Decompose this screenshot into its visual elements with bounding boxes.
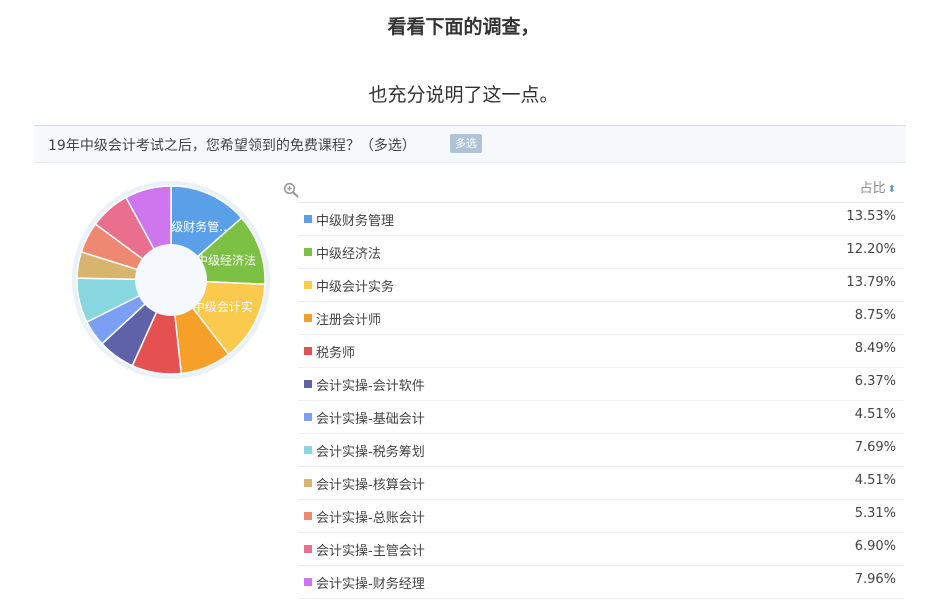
- survey-question: 19年中级会计考试之后，您希望领到的免费课程？（多选）: [48, 138, 416, 154]
- table-row[interactable]: 会计实操-主管会计 6.90%: [298, 533, 904, 566]
- donut-hole: [135, 244, 207, 316]
- legend-swatch: [304, 248, 312, 256]
- table-row[interactable]: 税务师 8.49%: [298, 335, 904, 368]
- legend-swatch: [304, 446, 312, 454]
- table-row[interactable]: 会计实操-核算会计 4.51%: [298, 467, 904, 500]
- legend-swatch: [304, 314, 312, 322]
- legend-swatch: [304, 380, 312, 388]
- percentage-value: 13.79%: [846, 275, 896, 290]
- option-label: 中级经济法: [316, 247, 382, 262]
- pie-chart-area: 中级财务管... 中级经济法 中级会计实: [64, 170, 314, 390]
- table-rows: 中级财务管理 13.53% 中级经济法 12.20% 中级会计实务 13.79% 注册会计师…: [298, 203, 904, 599]
- table-row[interactable]: 中级财务管理 13.53%: [298, 203, 904, 236]
- legend-swatch: [304, 479, 312, 487]
- legend-swatch: [304, 545, 312, 553]
- multi-select-badge: 多选: [450, 134, 482, 153]
- option-label: 会计实操-税务筹划: [316, 445, 425, 460]
- table-row[interactable]: 中级会计实务 13.79%: [298, 269, 904, 302]
- percentage-value: 7.96%: [854, 572, 896, 587]
- table-header: 占比 ⬍: [298, 164, 904, 203]
- percentage-value: 12.20%: [846, 242, 896, 257]
- option-label: 会计实操-会计软件: [316, 379, 425, 394]
- legend-swatch: [304, 281, 312, 289]
- percentage-value: 4.51%: [854, 473, 896, 488]
- pie-slice-label: 中级会计实: [193, 299, 253, 314]
- percentage-sort-header[interactable]: 占比 ⬍: [860, 177, 896, 196]
- percentage-value: 8.49%: [854, 341, 896, 356]
- table-row[interactable]: 会计实操-基础会计 4.51%: [298, 401, 904, 434]
- legend-swatch: [304, 512, 312, 520]
- percentage-value: 13.53%: [846, 209, 896, 224]
- option-label: 会计实操-核算会计: [316, 478, 425, 493]
- question-bar: 19年中级会计考试之后，您希望领到的免费课程？（多选） 多选: [34, 126, 906, 163]
- legend-swatch: [304, 578, 312, 586]
- option-label: 中级财务管理: [316, 214, 395, 229]
- percentage-value: 4.51%: [854, 407, 896, 422]
- survey-card: 19年中级会计考试之后，您希望领到的免费课程？（多选） 多选 中级财务管... 中…: [34, 125, 906, 608]
- table-row[interactable]: 会计实操-总账会计 5.31%: [298, 500, 904, 533]
- option-label: 税务师: [316, 346, 356, 361]
- headline: 看看下面的调查，: [387, 16, 540, 38]
- pie-slice-label: 中级经济法: [196, 253, 256, 268]
- legend-swatch: [304, 215, 312, 223]
- percentage-value: 6.37%: [854, 374, 896, 389]
- table-row[interactable]: 会计实操-会计软件 6.37%: [298, 368, 904, 401]
- table-row[interactable]: 注册会计师 8.75%: [298, 302, 904, 335]
- option-label: 会计实操-总账会计: [316, 511, 425, 526]
- sort-arrows-icon: ⬍: [887, 184, 896, 195]
- percentage-value: 6.90%: [854, 539, 896, 554]
- zoom-in-icon[interactable]: [283, 182, 299, 198]
- percentage-value: 8.75%: [854, 308, 896, 323]
- table-row[interactable]: 会计实操-税务筹划 7.69%: [298, 434, 904, 467]
- table-row[interactable]: 中级经济法 12.20%: [298, 236, 904, 269]
- option-label: 注册会计师: [316, 313, 382, 328]
- option-label: 会计实操-基础会计: [316, 412, 425, 427]
- option-label: 会计实操-主管会计: [316, 544, 425, 559]
- results-table: 占比 ⬍ 中级财务管理 13.53% 中级经济法 12.20% 中级会计实务 13.79% 注…: [298, 164, 904, 599]
- option-label: 会计实操-财务经理: [316, 577, 425, 592]
- legend-swatch: [304, 413, 312, 421]
- pie-chart: 中级财务管...中级经济法中级会计实: [72, 181, 270, 379]
- subline: 也充分说明了这一点。: [368, 84, 559, 106]
- option-label: 中级会计实务: [316, 280, 395, 295]
- percentage-value: 5.31%: [854, 506, 896, 521]
- percentage-header-label: 占比: [859, 181, 886, 196]
- legend-swatch: [304, 347, 312, 355]
- percentage-value: 7.69%: [854, 440, 896, 455]
- table-row[interactable]: 会计实操-财务经理 7.96%: [298, 566, 904, 599]
